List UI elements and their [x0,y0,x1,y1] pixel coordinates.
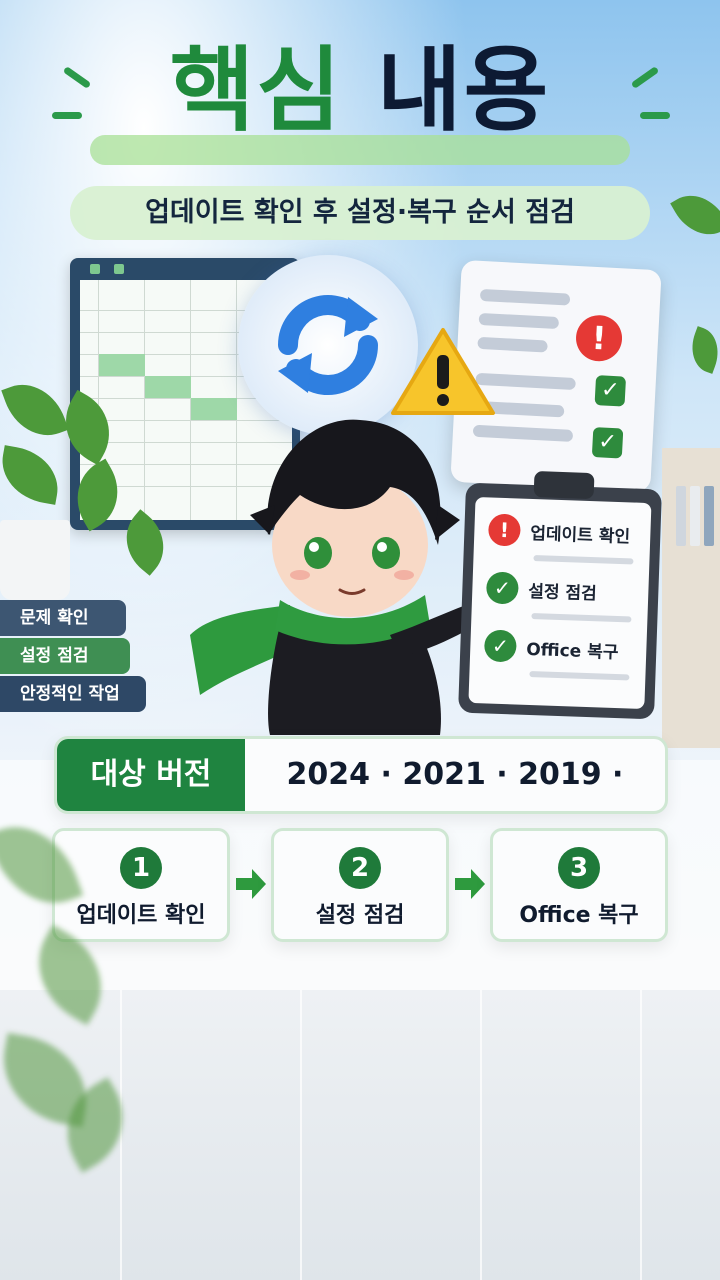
check-icon: ✓ [594,375,627,407]
step-label: Office 복구 [519,903,639,928]
step-card-2: 2 설정 점검 [271,828,449,942]
step-number: 2 [339,847,381,889]
book-spine: 문제 확인 [0,600,126,636]
checklist-clipboard: ! 업데이트 확인 ✓ 설정 점검 ✓ Office 복구 [458,471,662,720]
app-icon [90,264,100,274]
bookshelf [662,448,720,748]
target-version-label: 대상 버전 [57,739,245,811]
check-icon: ✓ [485,571,519,605]
alert-icon: ! [574,314,624,363]
book-spine: 안정적인 작업 [0,676,146,712]
book-spine: 설정 점검 [0,638,130,674]
arrow-right-icon [236,869,266,899]
check-icon: ✓ [483,629,517,663]
check-icon: ✓ [591,427,624,459]
clipboard-clamp [533,471,595,500]
step-number: 3 [558,847,600,889]
step-number: 1 [120,847,162,889]
arrow-right-icon [455,869,485,899]
clipboard-item-label: 업데이트 확인 [529,523,631,547]
clipboard-item-label: Office 복구 [525,639,619,663]
character-illustration [180,395,500,735]
app-icon [114,264,124,274]
alert-icon: ! [487,513,521,547]
subtitle-banner: 업데이트 확인 후 설정·복구 순서 점검 [70,186,650,240]
page-title: 핵심 내용 [170,40,551,141]
plant-pot [0,520,70,600]
target-version-bar: 대상 버전 2024 · 2021 · 2019 · 2016 [54,736,668,814]
step-label: 설정 점검 [315,903,405,928]
title-part-dark: 내용 [377,37,551,144]
step-label: 업데이트 확인 [76,903,206,928]
step-card-3: 3 Office 복구 [490,828,668,942]
title-part-green: 핵심 [169,37,343,144]
clipboard-item-label: 설정 점검 [527,581,598,604]
target-version-value: 2024 · 2021 · 2019 · 2016 [286,757,624,792]
